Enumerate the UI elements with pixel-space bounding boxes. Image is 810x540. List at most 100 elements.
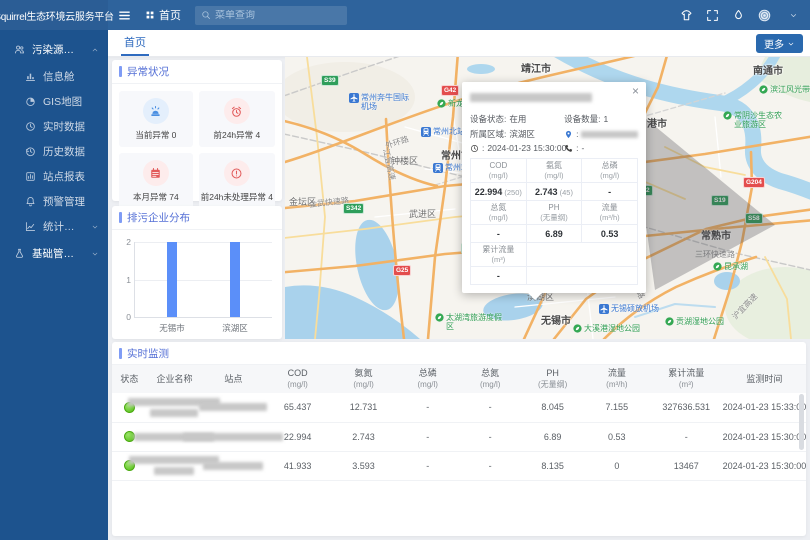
distribution-panel: 排污企业分布 210无锡市滨湖区 [112, 206, 282, 339]
map-canvas[interactable]: 靖江市南通市常州市常熟市无锡市港市金坛区武进区钟楼区滨湖区新龙生态林滨江风光带常… [285, 57, 810, 339]
map-road-shield: S342 [343, 203, 364, 214]
map-road-shield: S58 [745, 213, 763, 224]
popup-field-value: 2024-01-23 15:30:00 [487, 143, 566, 153]
flask-icon [14, 248, 25, 259]
map-district-label: 武进区 [409, 207, 436, 220]
alert-card-label: 当前异常 0 [135, 129, 176, 141]
flame-icon[interactable] [732, 9, 745, 22]
sidebar-item[interactable]: 预警管理 [0, 189, 108, 214]
popup-field-clock: : 2024-01-23 15:30:00 [470, 143, 564, 153]
monitor-value-cell: 6.89 [521, 422, 583, 451]
sidebar-item[interactable]: GIS地图 [0, 89, 108, 114]
status-dot-normal [124, 431, 135, 442]
popup-metric-header: PH(无量纲) [526, 201, 582, 225]
user-menu-chevron-down-icon[interactable] [789, 11, 798, 20]
metric-limit: (45) [558, 188, 573, 197]
monitor-value-cell: 327636.531 [650, 393, 723, 422]
avatar[interactable] [758, 6, 776, 24]
chart-ytick-label: 1 [121, 275, 131, 285]
clock-icon [25, 121, 36, 132]
more-button-label: 更多 [764, 36, 784, 51]
popup-metric-value: - [471, 225, 527, 243]
menu-search-input[interactable] [215, 10, 341, 21]
sidebar-item-label: 统计分析 [43, 219, 84, 234]
map-scenic-poi: 大溪港湿地公园 [573, 324, 662, 333]
monitor-value-cell: 8.045 [521, 393, 583, 422]
monitor-value-cell: 13467 [650, 451, 723, 480]
monitor-value-cell: 0 [584, 451, 650, 480]
sidebar-collapse-button[interactable] [118, 9, 131, 22]
popup-metrics-table: COD(mg/l)氨氮(mg/l)总磷(mg/l)22.994 (250)2.7… [470, 158, 638, 285]
alert-card[interactable]: 前24h异常 4 [199, 91, 275, 147]
map-city-label: 港市 [647, 115, 667, 130]
sidebar-item-label: 预警管理 [43, 194, 85, 209]
sidebar-item[interactable]: 站点报表 [0, 164, 108, 189]
menu-search-box[interactable] [195, 6, 347, 25]
sidebar-group[interactable]: 污染源监测系统 [0, 35, 108, 64]
header-left: 首页 [108, 6, 680, 25]
popup-metric-value: 6.89 [526, 225, 582, 243]
alerts-panel: 异常状况 当前异常 0前24h异常 4本月异常 74前24h未处理异常 4 [112, 60, 282, 201]
sidebar-item[interactable]: 信息舱 [0, 64, 108, 89]
map-district-label: 金坛区 [289, 195, 316, 208]
metric-unit: (mg/l) [472, 213, 525, 222]
monitor-value-cell: 0.53 [584, 422, 650, 451]
alert-card[interactable]: 前24h未处理异常 4 [199, 153, 275, 209]
sidebar-item[interactable]: 统计分析 [0, 214, 108, 239]
popup-metric-header: 流量(m³/h) [582, 201, 638, 225]
popup-close-button[interactable]: × [632, 85, 639, 97]
monitor-value-cell: - [459, 451, 521, 480]
monitor-column-unit: (m³/h) [584, 379, 650, 390]
table-row[interactable]: 22.9942.743--6.890.53-2024-01-23 15:30:0… [112, 422, 806, 451]
leaf-icon [759, 85, 768, 94]
popup-metric-header: 氨氮(mg/l) [526, 159, 582, 183]
more-button[interactable]: 更多 [756, 34, 803, 53]
app-root: Squirrel生态环境云服务平台 首页 污染源监测系统信息舱 GIS地图实时数据… [0, 0, 810, 540]
monitor-value-cell: 2024-01-23 15:30:00 [723, 451, 806, 480]
table-scrollbar[interactable] [799, 394, 804, 450]
popup-metric-header: COD(mg/l) [471, 159, 527, 183]
app-logo: Squirrel生态环境云服务平台 [0, 0, 108, 30]
table-row[interactable]: 41.9333.593--8.1350134672024-01-23 15:30… [112, 451, 806, 480]
chart-xtick-label: 滨湖区 [222, 322, 248, 334]
alert-card[interactable]: 本月异常 74 [119, 153, 193, 209]
monitor-value-cell: 7.155 [584, 393, 650, 422]
redacted-text [147, 456, 203, 475]
metric-name: 总氮 [472, 203, 525, 213]
chart-xtick-label: 无锡市 [159, 322, 185, 334]
monitor-value-cell: - [397, 451, 459, 480]
redacted-text [581, 131, 638, 138]
header-home-link[interactable]: 首页 [145, 7, 181, 23]
panel-accent [119, 66, 122, 77]
theme-icon[interactable] [680, 9, 693, 22]
popup-metric-header: 总磷(mg/l) [582, 159, 638, 183]
alarm-clock-icon [224, 98, 250, 124]
alert-card[interactable]: 当前异常 0 [119, 91, 193, 147]
sidebar-group[interactable]: 基础管理系统 [0, 239, 108, 268]
sidebar-item-label: 信息舱 [43, 69, 75, 84]
chart-ytick-label: 0 [121, 312, 131, 322]
popup-field-label: 所属区域: [470, 128, 506, 140]
leaf-icon [723, 111, 732, 129]
monitor-column-header: 总磷(mg/l) [397, 365, 459, 393]
redacted-text [202, 462, 264, 470]
siren-icon [143, 98, 169, 124]
tab-home[interactable]: 首页 [121, 30, 149, 56]
popup-metric-empty [526, 267, 637, 285]
map-poi-label: 常阴沙生态农业旅游区 [734, 111, 788, 129]
leaf-icon [573, 324, 582, 333]
calendar-icon [143, 160, 169, 186]
monitor-value-cell: 3.593 [331, 451, 397, 480]
monitor-value-cell: - [459, 422, 521, 451]
map-scenic-poi: 常阴沙生态农业旅游区 [723, 111, 788, 129]
fullscreen-icon[interactable] [706, 9, 719, 22]
clock-icon [470, 144, 479, 153]
header-actions [680, 6, 810, 24]
table-row[interactable]: 65.43712.731--8.0457.155327636.5312024-0… [112, 393, 806, 422]
sidebar-item[interactable]: 历史数据 [0, 139, 108, 164]
map-scenic-poi: 滨江风光带 [759, 85, 810, 94]
sidebar-item[interactable]: 实时数据 [0, 114, 108, 139]
monitor-column-unit: (无量纲) [521, 379, 583, 390]
search-icon [201, 10, 211, 20]
content: 异常状况 当前异常 0前24h异常 4本月异常 74前24h未处理异常 4 排污… [108, 57, 810, 540]
